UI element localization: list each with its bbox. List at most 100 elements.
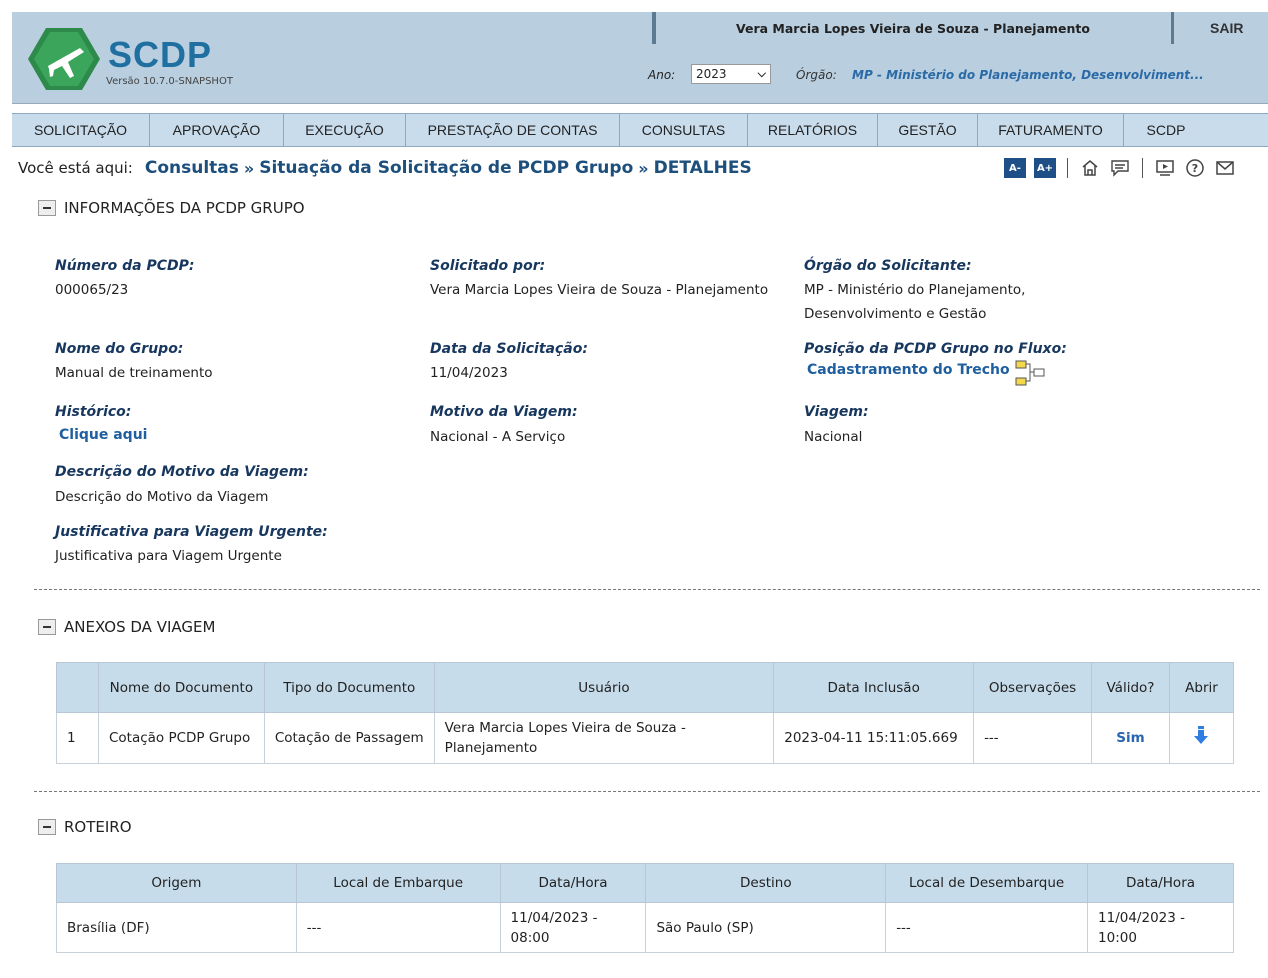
solicitado-label: Solicitado por: xyxy=(430,258,546,274)
download-cell xyxy=(1168,712,1235,764)
font-increase-button[interactable]: A+ xyxy=(1034,158,1056,178)
historico-label: Histórico: xyxy=(55,404,132,420)
table-cell: --- xyxy=(973,712,1093,764)
roteiro-section-header: ROTEIRO xyxy=(38,818,132,836)
flow-diagram-icon[interactable] xyxy=(1014,359,1046,387)
table-row: 1 Cotação PCDP Grupo Cotação de Passagem… xyxy=(56,712,1235,764)
table-header: Data/Hora xyxy=(499,863,647,903)
numero-value: 000065/23 xyxy=(55,282,129,298)
toolbar-divider xyxy=(1142,158,1143,178)
airplane-logo-icon xyxy=(28,28,100,90)
table-header: Destino xyxy=(645,863,887,903)
info-section-title: INFORMAÇÕES DA PCDP GRUPO xyxy=(64,199,305,217)
info-section-header: INFORMAÇÕES DA PCDP GRUPO xyxy=(38,199,305,217)
menu-prestacao-de-contas[interactable]: PRESTAÇÃO DE CONTAS xyxy=(406,114,620,146)
orgao-label: Órgão: xyxy=(796,68,837,82)
svg-text:?: ? xyxy=(1192,162,1198,175)
collapse-info-button[interactable] xyxy=(38,200,56,216)
posicao-label: Posição da PCDP Grupo no Fluxo: xyxy=(804,341,1067,357)
double-chevron-right-icon: » xyxy=(638,158,649,178)
data-solicitacao-label: Data da Solicitação: xyxy=(430,341,588,357)
anexos-section-title: ANEXOS DA VIAGEM xyxy=(64,618,216,636)
descricao-label: Descrição do Motivo da Viagem: xyxy=(55,464,309,480)
chevron-down-icon: ⌵ xyxy=(757,67,766,80)
posicao-link[interactable]: Cadastramento do Trecho xyxy=(807,362,1010,378)
menu-solicitacao[interactable]: SOLICITAÇÃO xyxy=(12,114,150,146)
ano-label: Ano: xyxy=(648,68,676,82)
home-icon[interactable] xyxy=(1079,157,1101,179)
table-header: Abrir xyxy=(1168,662,1235,713)
numero-label: Número da PCDP: xyxy=(55,258,195,274)
table-cell: São Paulo (SP) xyxy=(645,902,887,953)
table-row: Brasília (DF) --- 11/04/2023 - 08:00 São… xyxy=(56,902,1234,953)
grupo-value: Manual de treinamento xyxy=(55,365,213,381)
solicitado-value: Vera Marcia Lopes Vieira de Souza - Plan… xyxy=(430,282,769,298)
logout-button[interactable]: SAIR xyxy=(1210,20,1243,36)
justificativa-value: Justificativa para Viagem Urgente xyxy=(55,548,282,564)
roteiro-table: Origem Local de Embarque Data/Hora Desti… xyxy=(56,863,1234,953)
collapse-anexos-button[interactable] xyxy=(38,619,56,635)
video-icon[interactable] xyxy=(1154,157,1176,179)
section-divider xyxy=(34,791,1260,792)
grupo-label: Nome do Grupo: xyxy=(55,341,184,357)
help-icon[interactable]: ? xyxy=(1184,157,1206,179)
app-header: SCDP Versão 10.7.0-SNAPSHOT Vera Marcia … xyxy=(12,12,1268,104)
table-cell: --- xyxy=(885,902,1089,953)
ano-value: 2023 xyxy=(696,67,727,81)
table-cell: 2023-04-11 15:11:05.669 xyxy=(773,712,975,764)
viagem-value: Nacional xyxy=(804,429,863,445)
orgao-solicitante-label: Órgão do Solicitante: xyxy=(804,258,972,274)
menu-faturamento[interactable]: FATURAMENTO xyxy=(978,114,1124,146)
menu-gestao[interactable]: GESTÃO xyxy=(878,114,978,146)
viagem-label: Viagem: xyxy=(804,404,869,420)
breadcrumb-consultas[interactable]: Consultas xyxy=(145,158,239,178)
toolbar-divider xyxy=(1067,158,1068,178)
breadcrumb-situacao[interactable]: Situação da Solicitação de PCDP Grupo xyxy=(259,158,633,178)
menu-aprovacao[interactable]: APROVAÇÃO xyxy=(150,114,284,146)
motivo-label: Motivo da Viagem: xyxy=(430,404,578,420)
menu-relatorios[interactable]: RELATÓRIOS xyxy=(748,114,878,146)
chat-icon[interactable] xyxy=(1109,157,1131,179)
table-header: Tipo do Documento xyxy=(263,662,435,713)
table-cell: Vera Marcia Lopes Vieira de Souza - Plan… xyxy=(433,712,775,764)
table-header: Origem xyxy=(56,863,297,903)
valido-link[interactable]: Sim xyxy=(1091,712,1170,764)
menu-scdp[interactable]: SCDP xyxy=(1124,114,1208,146)
table-header: Local de Embarque xyxy=(295,863,501,903)
orgao-solicitante-value-1: MP - Ministério do Planejamento, xyxy=(804,282,1026,298)
font-decrease-button[interactable]: A- xyxy=(1004,158,1026,178)
table-header xyxy=(56,662,99,713)
download-arrow-icon[interactable] xyxy=(1193,725,1209,745)
table-cell: Brasília (DF) xyxy=(56,902,297,953)
table-header: Data/Hora xyxy=(1087,863,1234,903)
breadcrumb-detalhes: DETALHES xyxy=(653,158,752,178)
table-cell: 1 xyxy=(56,712,99,764)
orgao-solicitante-value-2: Desenvolvimento e Gestão xyxy=(804,306,987,322)
breadcrumb: Você está aqui: Consultas » Situação da … xyxy=(18,156,752,180)
anexos-table: Nome do Documento Tipo do Documento Usuá… xyxy=(56,662,1235,764)
justificativa-label: Justificativa para Viagem Urgente: xyxy=(55,524,328,540)
ano-select[interactable]: 2023 ⌵ xyxy=(691,64,771,84)
menu-consultas[interactable]: CONSULTAS xyxy=(620,114,748,146)
mail-icon[interactable] xyxy=(1214,157,1236,179)
descricao-value: Descrição do Motivo da Viagem xyxy=(55,489,269,505)
table-header: Nome do Documento xyxy=(97,662,265,713)
table-header: Usuário xyxy=(433,662,775,713)
scdp-logo: SCDP Versão 10.7.0-SNAPSHOT xyxy=(20,16,280,100)
table-header: Local de Desembarque xyxy=(885,863,1089,903)
anexos-section-header: ANEXOS DA VIAGEM xyxy=(38,618,215,636)
menu-execucao[interactable]: EXECUÇÃO xyxy=(284,114,406,146)
main-menu: SOLICITAÇÃO APROVAÇÃO EXECUÇÃO PRESTAÇÃO… xyxy=(12,113,1268,147)
historico-link[interactable]: Clique aqui xyxy=(59,427,147,443)
user-name: Vera Marcia Lopes Vieira de Souza - Plan… xyxy=(652,12,1174,44)
table-header: Observações xyxy=(973,662,1093,713)
toolbar: A- A+ ? xyxy=(1004,155,1236,181)
table-header: Data Inclusão xyxy=(773,662,975,713)
table-cell: Cotação de Passagem xyxy=(263,712,435,764)
breadcrumb-lead: Você está aqui: xyxy=(18,159,133,177)
table-header: Válido? xyxy=(1091,662,1170,713)
double-chevron-right-icon: » xyxy=(243,158,255,178)
app-version: Versão 10.7.0-SNAPSHOT xyxy=(106,76,233,87)
orgao-value[interactable]: MP - Ministério do Planejamento, Desenvo… xyxy=(852,68,1204,82)
collapse-roteiro-button[interactable] xyxy=(38,819,56,835)
